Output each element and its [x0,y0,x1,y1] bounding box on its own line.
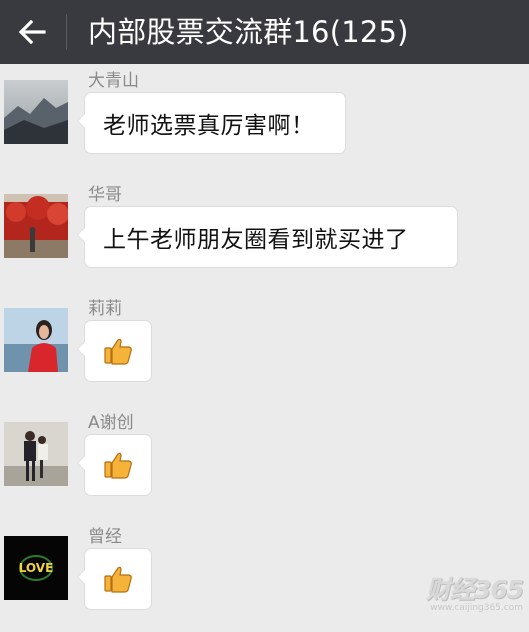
message-bubble[interactable] [77,434,152,496]
chat-title: 内部股票交流群16(125) [88,15,409,49]
chat-header: 内部股票交流群16(125) [0,0,529,64]
thumbs-up-icon [104,452,132,479]
avatar[interactable] [4,422,68,486]
avatar[interactable]: LOVE [4,536,68,600]
thumbs-up-icon [104,566,132,593]
love-logo-avatar-image: LOVE [4,536,68,600]
watermark-main: 财经365 [425,575,524,604]
message-bubble[interactable]: 上午老师朋友圈看到就买进了 [77,206,458,268]
avatar[interactable] [4,308,68,372]
thumbs-up-icon [104,338,132,365]
message-text: 上午老师朋友圈看到就买进了 [103,227,409,253]
message-row: 大青山 老师选票真厉害啊！ [0,66,529,176]
svg-text:LOVE: LOVE [19,561,54,575]
sender-name: 莉莉 [88,299,122,319]
sender-name: 曾经 [88,527,122,547]
message-row: 莉莉 [0,294,529,404]
back-arrow-icon [18,19,46,45]
watermark-logo: 财经365 www.caijing365.com [425,570,524,613]
tree-avatar-image [4,194,68,258]
mountain-avatar-image [4,80,68,144]
woman-avatar-image [4,308,68,372]
watermark-url: www.caijing365.com [430,603,523,613]
message-bubble[interactable] [77,320,152,382]
message-row: A谢创 [0,408,529,518]
sender-name: A谢创 [88,413,134,433]
header-divider [66,14,67,50]
sender-name: 华哥 [88,185,122,205]
sender-name: 大青山 [88,71,139,91]
avatar[interactable] [4,80,68,144]
message-text: 老师选票真厉害啊！ [103,113,315,139]
message-row: 华哥 上午老师朋友圈看到就买进了 [0,180,529,290]
couple-avatar-image [4,422,68,486]
avatar[interactable] [4,194,68,258]
back-button[interactable] [10,10,54,54]
message-bubble[interactable]: 老师选票真厉害啊！ [77,92,346,154]
message-bubble[interactable] [77,548,152,610]
